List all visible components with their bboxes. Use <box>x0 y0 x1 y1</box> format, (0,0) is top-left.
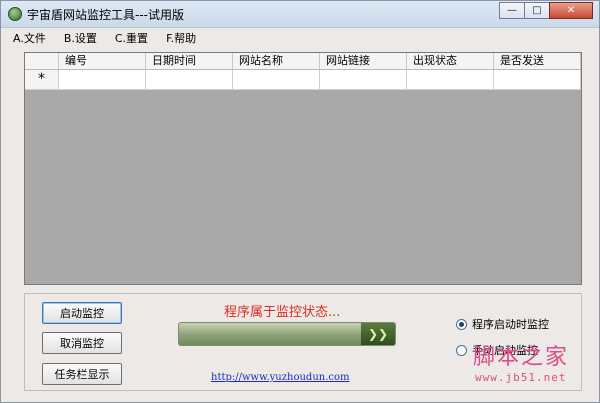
window-title: 宇宙盾网站监控工具---试用版 <box>27 8 184 22</box>
cell-sent[interactable] <box>494 70 581 90</box>
cell-site-name[interactable] <box>233 70 320 90</box>
watermark-title: 脚本之家 <box>473 345 570 370</box>
radio-auto-start[interactable]: 程序启动时监控 <box>456 316 549 332</box>
monitor-grid[interactable]: 编号 日期时间 网站名称 网站链接 出现状态 是否发送 * <box>24 52 582 285</box>
new-row-marker: * <box>25 70 59 90</box>
radio-manual-start-icon[interactable] <box>456 344 467 356</box>
grid-header: 编号 日期时间 网站名称 网站链接 出现状态 是否发送 <box>25 53 581 70</box>
maximize-button[interactable]: □ <box>524 2 550 19</box>
watermark-url: www.jb51.net <box>475 371 567 384</box>
grid-header-corner <box>25 53 59 70</box>
monitor-progress-bar: ❯❯ <box>178 322 396 346</box>
menu-bar: A.文件 B.设置 C.重置 F.帮助 <box>1 28 599 48</box>
cell-site-link[interactable] <box>320 70 407 90</box>
close-button[interactable]: ✕ <box>549 2 593 19</box>
watermark: 脚本之家 www.jb51.net <box>473 339 569 384</box>
progress-arrow-icon: ❯❯ <box>361 323 395 345</box>
menu-help[interactable]: F.帮助 <box>160 30 202 46</box>
monitor-status-text: 程序属于监控状态... <box>224 305 341 320</box>
column-header-status[interactable]: 出现状态 <box>407 53 494 70</box>
cell-datetime[interactable] <box>146 70 233 90</box>
menu-file[interactable]: A.文件 <box>7 30 52 46</box>
website-link[interactable]: http://www.yuzhoudun.com <box>211 372 349 383</box>
main-window: 宇宙盾网站监控工具---试用版 — □ ✕ A.文件 B.设置 C.重置 F.帮… <box>0 0 600 403</box>
cell-status[interactable] <box>407 70 494 90</box>
column-header-sent[interactable]: 是否发送 <box>494 53 581 70</box>
cell-id[interactable] <box>59 70 146 90</box>
menu-reset[interactable]: C.重置 <box>109 30 154 46</box>
start-monitor-button[interactable]: 启动监控 <box>42 302 122 324</box>
column-header-site-name[interactable]: 网站名称 <box>233 53 320 70</box>
app-globe-icon <box>8 7 22 21</box>
cancel-monitor-button[interactable]: 取消监控 <box>42 332 122 354</box>
minimize-button[interactable]: — <box>499 2 525 19</box>
radio-auto-start-label: 程序启动时监控 <box>472 318 549 331</box>
taskbar-display-button[interactable]: 任务栏显示 <box>42 363 122 385</box>
window-controls: — □ ✕ <box>499 2 593 20</box>
new-row[interactable]: * <box>25 70 581 90</box>
column-header-id[interactable]: 编号 <box>59 53 146 70</box>
column-header-datetime[interactable]: 日期时间 <box>146 53 233 70</box>
menu-settings[interactable]: B.设置 <box>58 30 103 46</box>
radio-auto-start-icon[interactable] <box>456 318 467 330</box>
title-bar[interactable]: 宇宙盾网站监控工具---试用版 — □ ✕ <box>1 1 599 28</box>
column-header-site-link[interactable]: 网站链接 <box>320 53 407 70</box>
